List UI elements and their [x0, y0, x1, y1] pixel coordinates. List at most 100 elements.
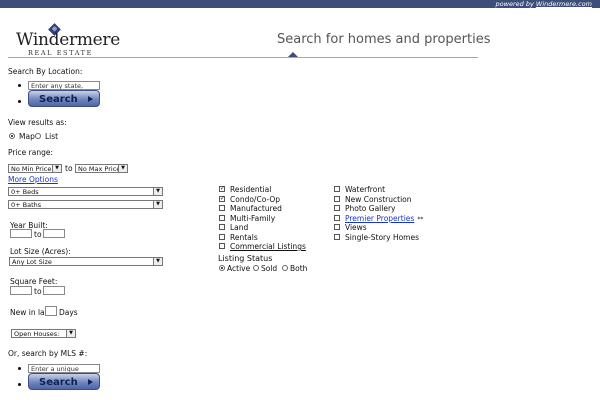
listing-status-label: Listing Status	[218, 254, 273, 263]
year-built-min-input[interactable]	[10, 229, 32, 238]
logo-wordmark: Windermere	[16, 30, 120, 50]
feature-checkbox[interactable]	[334, 224, 340, 231]
feature-label: Single-Story Homes	[345, 233, 419, 242]
beds-value: 0+ Beds	[11, 188, 39, 196]
bullet-icon	[18, 84, 21, 87]
feature-checkbox[interactable]	[334, 234, 340, 240]
bullet-icon	[18, 100, 21, 103]
baths-select[interactable]: 0+ Baths ▼	[8, 200, 163, 209]
feature-label: Waterfront	[345, 185, 385, 194]
feature-label-text: Views	[345, 223, 367, 233]
open-houses-select[interactable]: Open Houses: ▼	[11, 329, 76, 338]
windermere-link[interactable]: Windermere.com	[536, 0, 592, 8]
property-type-checkbox[interactable]	[219, 233, 225, 240]
property-type-label-text: Residential	[230, 185, 272, 194]
location-search-button[interactable]: Search	[28, 90, 100, 107]
year-built-to-label: to	[34, 230, 42, 239]
feature-checkbox[interactable]	[334, 214, 340, 221]
chevron-down-icon: ▼	[52, 165, 61, 172]
property-type-checkbox[interactable]	[219, 214, 225, 221]
mls-search-button-label: Search	[39, 377, 78, 388]
property-type-label: Residential	[230, 185, 271, 194]
bullet-icon	[18, 367, 21, 370]
property-type-label-text: Commercial Listings	[230, 242, 306, 251]
status-both-radio[interactable]	[282, 265, 288, 271]
property-type-checkbox[interactable]: ✓	[219, 186, 225, 192]
property-type-checkbox[interactable]	[219, 205, 225, 211]
chevron-down-icon: ▼	[153, 201, 162, 208]
property-type-label-text: Multi-Family	[230, 213, 276, 223]
header-caret-icon	[288, 52, 298, 57]
max-price-value: No Max Price	[78, 165, 121, 173]
max-price-select[interactable]: No Max Price ▼	[75, 164, 128, 173]
lot-size-value: Any Lot Size	[12, 258, 52, 266]
feature-checkbox[interactable]	[334, 205, 340, 212]
bullet-icon	[18, 383, 21, 386]
view-results-label: View results as:	[8, 118, 67, 127]
chevron-down-icon: ▼	[153, 258, 162, 265]
square-feet-to-label: to	[34, 287, 42, 296]
feature-label: Premier Properties **	[345, 214, 423, 223]
square-feet-min-input[interactable]	[10, 286, 32, 295]
feature-label-text: New Construction	[345, 194, 412, 204]
header-divider	[8, 57, 478, 58]
chevron-down-icon: ▼	[118, 165, 127, 172]
square-feet-label: Square Feet:	[10, 277, 58, 286]
property-type-checkbox[interactable]: ✓	[219, 195, 225, 202]
lot-size-label: Lot Size (Acres):	[10, 247, 71, 256]
property-type-checkbox[interactable]	[219, 243, 225, 249]
feature-checkbox[interactable]	[334, 186, 340, 192]
lot-size-select[interactable]: Any Lot Size ▼	[9, 257, 163, 266]
windermere-logo[interactable]: Windermere REAL ESTATE	[16, 23, 126, 57]
new-in-last-days-input[interactable]	[45, 306, 57, 316]
arrow-right-icon	[88, 96, 93, 102]
property-type-label-text: Land	[230, 223, 249, 232]
feature-label-text: Waterfront	[345, 185, 386, 194]
chevron-down-icon: ▼	[153, 188, 162, 195]
view-list-radio[interactable]	[35, 133, 41, 139]
beds-select[interactable]: 0+ Beds ▼	[8, 187, 163, 196]
chevron-down-icon: ▼	[66, 330, 75, 337]
mls-label: Or, search by MLS #:	[8, 349, 88, 358]
property-type-label: Manufactured	[230, 204, 282, 213]
status-active-radio[interactable]	[219, 265, 225, 271]
baths-value: 0+ Baths	[11, 201, 42, 209]
feature-label-text: Single-Story Homes	[345, 233, 420, 242]
feature-label-text: Photo Gallery	[345, 204, 396, 214]
location-label: Search By Location:	[8, 67, 83, 76]
mls-search-button[interactable]: Search	[28, 373, 100, 390]
property-type-label: Rentals	[230, 233, 258, 242]
feature-label-text[interactable]: Premier Properties	[345, 214, 414, 223]
more-options-link[interactable]: More Options	[8, 175, 58, 184]
open-houses-value: Open Houses:	[14, 330, 60, 338]
property-type-checkbox[interactable]	[219, 224, 225, 230]
property-type-label-text: Manufactured	[230, 204, 282, 213]
new-in-last-days-label: Days	[59, 308, 78, 317]
property-type-label: Commercial Listings	[230, 242, 306, 251]
min-price-select[interactable]: No Min Price ▼	[8, 164, 62, 173]
property-type-label-text: Condo/Co-Op	[230, 194, 280, 204]
feature-label: Views	[345, 223, 367, 232]
year-built-max-input[interactable]	[43, 229, 65, 238]
feature-label: Photo Gallery	[345, 204, 396, 213]
status-sold-label: Sold	[261, 264, 278, 273]
square-feet-max-input[interactable]	[43, 286, 65, 295]
location-search-button-label: Search	[39, 94, 78, 105]
min-price-value: No Min Price	[11, 165, 52, 173]
price-to-label: to	[65, 164, 73, 173]
footnote-marker: **	[417, 215, 424, 223]
property-type-label: Land	[230, 223, 248, 232]
logo-subtitle: REAL ESTATE	[28, 49, 93, 57]
mls-search-input[interactable]: Enter a unique numbe	[28, 364, 100, 373]
status-sold-radio[interactable]	[253, 265, 259, 271]
view-map-label: Map	[19, 132, 35, 141]
feature-checkbox[interactable]	[334, 195, 340, 202]
arrow-right-icon	[88, 379, 93, 385]
status-both-label: Both	[290, 264, 308, 273]
page-title: Search for homes and properties	[277, 32, 491, 47]
powered-by: powered by Windermere.com	[496, 0, 592, 8]
feature-label: New Construction	[345, 195, 412, 204]
location-search-input[interactable]: Enter any state, city,	[28, 81, 100, 90]
view-map-radio[interactable]	[9, 133, 15, 139]
view-list-label: List	[45, 132, 59, 141]
